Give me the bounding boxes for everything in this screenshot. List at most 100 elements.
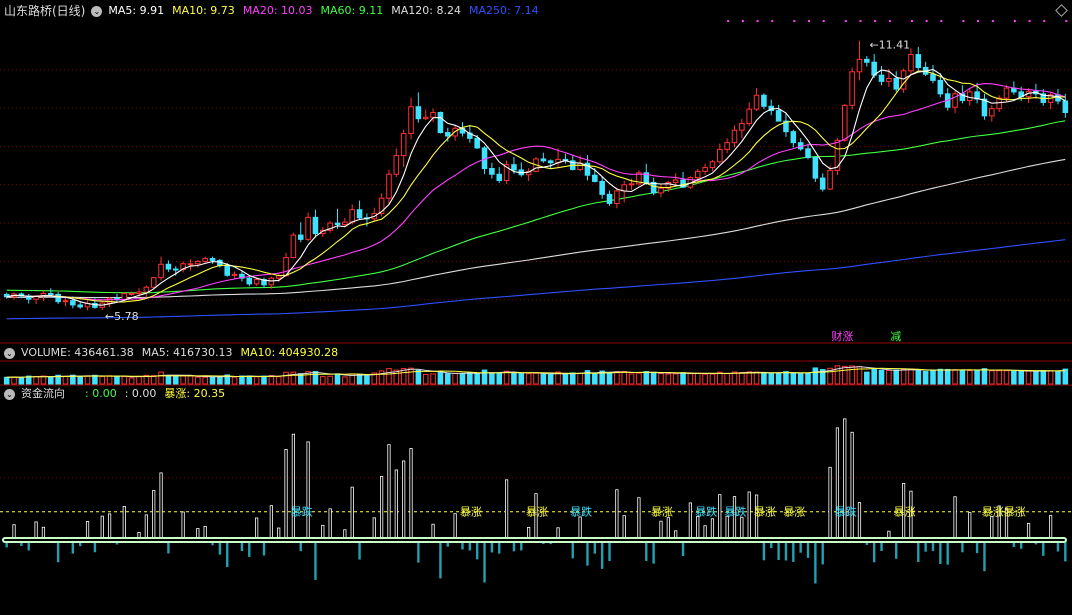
flow-signal-label-4: 暴涨 [651,506,673,519]
candle-body [790,131,797,144]
flow-signal-label-12: 暴涨 [1004,506,1026,519]
candle-body [334,222,341,226]
flow-up-bar [1049,515,1053,541]
candle-body [496,173,503,181]
flow-up-bar [835,427,840,541]
flow-up-bar [843,418,847,541]
candle-body [195,260,201,265]
flow-title: 资金流向 [21,387,65,400]
candle-body [209,258,216,261]
volume-bar [364,375,370,385]
flow-baseline [2,537,1067,543]
top-dot-marker [940,20,943,22]
ma20-line [6,83,1066,301]
flow-panel-header: ⌄ 资金流向 : 0.00: 0.00 暴涨: 20.35 [4,385,225,403]
candle-body [305,216,311,240]
volume-bar [496,372,503,385]
flow-up-bar [710,518,715,541]
volume-bar [1055,370,1061,385]
volume-bar [3,376,10,385]
top-dot-marker [962,20,965,22]
flow-up-bar [122,506,126,541]
volume-bar [121,375,128,385]
chevron-down-icon[interactable]: ⌄ [4,388,15,400]
volume-bar [628,373,635,385]
candle-body [966,91,973,102]
volume-bar [783,371,789,385]
volume-legend: VOLUME: 436461.38 MA5: 416730.13 MA10: 404… [21,344,338,362]
volume-bar [966,370,973,385]
flow-signal-label-6: 暴跌 [724,505,746,519]
stock-chart[interactable]: ←11.41←5.78财涨 减暴跌 暴涨 暴涨 暴跌 暴涨 暴跌 暴跌 暴涨 暴涨 暴跌 暴涨 暴涨 暴涨… [0,0,1072,615]
ma-legend-item-4: MA120: 8.24 [391,4,461,17]
ma-legend-item-5: MA250: 7.14 [468,4,539,17]
flow-up-bar [100,515,104,541]
candle-body [592,174,598,182]
flow-up-bar [718,494,722,541]
volume-bar [952,369,958,385]
volume-bar [430,373,436,385]
flow-signal-label-7: 暴涨 [754,506,776,519]
top-dot-marker [977,20,980,22]
candle-body [165,263,172,270]
volume-bar [481,369,488,385]
volume-bar [768,372,775,385]
chevron-down-icon[interactable]: ⌄ [91,5,103,17]
top-dot-marker [1013,20,1016,22]
candle-body [62,300,69,303]
flow-down-bar [483,540,486,583]
candle-body [408,106,414,135]
flow-up-bar [696,516,700,541]
candle-body [474,137,480,149]
volume-bar [334,373,341,385]
candle-body [724,142,730,150]
candle-body [864,58,870,63]
flow-down-bar [946,540,949,565]
flow-legend-item-1: : 0.00 [124,387,157,400]
flow-down-bar [586,540,589,566]
volume-bar [1018,370,1024,385]
chevron-down-icon[interactable]: ⌄ [4,347,15,359]
ma-legend-item-2: MA20: 10.03 [242,4,313,17]
candle-body [1003,87,1010,99]
candle-body [55,293,61,303]
ma120-line [6,158,1066,299]
volume-bar [150,375,157,385]
candle-body [386,173,392,199]
candle-body [856,58,863,73]
volume-bar [606,372,613,385]
ma-legend-item-1: MA10: 9.73 [172,4,235,17]
candle-body [231,273,238,276]
flow-up-bar [637,497,641,541]
candle-body [540,158,547,162]
signal-label-0: 财涨 [831,329,853,343]
candle-body [819,177,826,190]
candle-body [989,108,995,117]
candle-body [268,277,275,286]
flow-legend-item-2: 暴涨: 20.35 [164,387,226,400]
volume-bar [775,372,782,385]
flow-up-bar [328,508,332,541]
flow-up-bar [688,502,692,541]
flow-signal-label-10: 暴涨 [894,506,916,519]
flow-up-bar [350,486,354,541]
volume-bar [746,371,752,385]
ma-legend-item-3: MA60: 9.11 [320,4,384,17]
flow-up-bar [828,466,832,541]
volume-bar [1003,370,1010,385]
flow-down-bar [917,540,920,563]
flow-down-bar [777,540,780,561]
volume-bar [878,369,885,385]
volume-bar [621,370,627,385]
volume-bar [569,372,576,385]
candle-body [253,279,260,285]
candle-body [48,292,54,295]
volume-bar [547,374,554,385]
volume-bar [92,374,98,385]
volume-bar [158,371,164,385]
flow-down-bar [314,540,317,580]
volume-bar [797,373,804,385]
flow-down-bar [645,540,648,561]
volume-bar [195,376,201,385]
flow-legend: : 0.00: 0.00 暴涨: 20.35 [85,385,225,403]
